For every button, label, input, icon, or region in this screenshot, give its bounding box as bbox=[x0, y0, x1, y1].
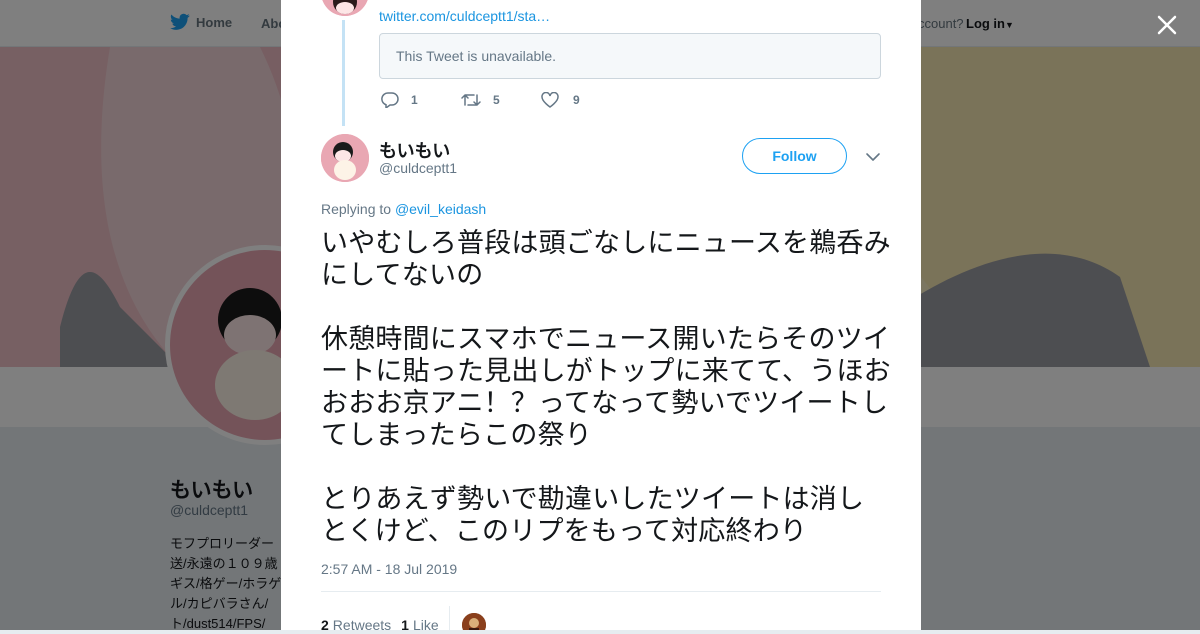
follow-button[interactable]: Follow bbox=[742, 138, 847, 174]
tweet-text: いやむしろ普段は頭ごなしにニュースを鵜呑みにしてないの 休憩時間にスマホでニュー… bbox=[321, 227, 891, 547]
close-icon bbox=[1157, 15, 1177, 35]
tweet-paragraph: いやむしろ普段は頭ごなしにニュースを鵜呑みにしてないの bbox=[321, 228, 891, 290]
previous-tweet-avatar[interactable] bbox=[321, 0, 369, 16]
tweet-timestamp[interactable]: 2:57 AM - 18 Jul 2019 bbox=[321, 561, 457, 577]
retweets-stat[interactable]: 2 Retweets bbox=[321, 617, 391, 630]
reply-icon bbox=[381, 92, 399, 108]
close-modal-button[interactable] bbox=[1154, 12, 1180, 38]
reply-action[interactable]: 1 bbox=[381, 92, 461, 108]
previous-tweet-actions: 1 5 9 bbox=[381, 92, 621, 108]
likes-count: 1 bbox=[401, 617, 409, 630]
more-options-button[interactable] bbox=[865, 150, 881, 164]
retweets-count: 2 bbox=[321, 617, 329, 630]
previous-tweet-link[interactable]: twitter.com/culdceptt1/sta… bbox=[379, 8, 550, 24]
thread-connector-line bbox=[342, 20, 345, 126]
like-count: 9 bbox=[573, 93, 580, 107]
like-action[interactable]: 9 bbox=[541, 92, 621, 108]
retweet-icon bbox=[461, 94, 481, 106]
stats-vertical-divider bbox=[448, 606, 450, 630]
likes-label: Like bbox=[412, 617, 439, 630]
tweet-stats: 2 Retweets 1 Like bbox=[321, 606, 486, 630]
reply-count: 1 bbox=[411, 93, 418, 107]
stats-divider bbox=[321, 591, 881, 592]
tweet-permalink-modal: twitter.com/culdceptt1/sta… This Tweet i… bbox=[281, 0, 921, 630]
author-avatar[interactable] bbox=[321, 134, 369, 182]
replying-to-handle-link[interactable]: @evil_keidash bbox=[395, 201, 486, 217]
retweet-count: 5 bbox=[493, 93, 500, 107]
tweet-paragraph: とりあえず勢いで勘違いしたツイートは消しとくけど、このリプをもって対応終わり bbox=[321, 484, 865, 546]
liker-avatar[interactable] bbox=[461, 613, 486, 630]
replying-to-prefix: Replying to bbox=[321, 201, 392, 217]
author-handle[interactable]: @culdceptt1 bbox=[379, 160, 457, 176]
retweet-action[interactable]: 5 bbox=[461, 92, 541, 108]
liker-avatar-art bbox=[461, 613, 486, 630]
tweet-paragraph: 休憩時間にスマホでニュース開いたらそのツイートに貼った見出しがトップに来てて、う… bbox=[321, 324, 891, 450]
previous-avatar-art bbox=[321, 0, 369, 16]
heart-icon bbox=[541, 92, 559, 108]
author-avatar-art bbox=[321, 134, 369, 182]
chevron-down-icon bbox=[866, 153, 880, 161]
likes-stat[interactable]: 1 Like bbox=[401, 617, 438, 630]
retweets-label: Retweets bbox=[332, 617, 392, 630]
replying-to: Replying to @evil_keidash bbox=[321, 201, 486, 217]
unavailable-tweet-card: This Tweet is unavailable. bbox=[379, 33, 881, 79]
